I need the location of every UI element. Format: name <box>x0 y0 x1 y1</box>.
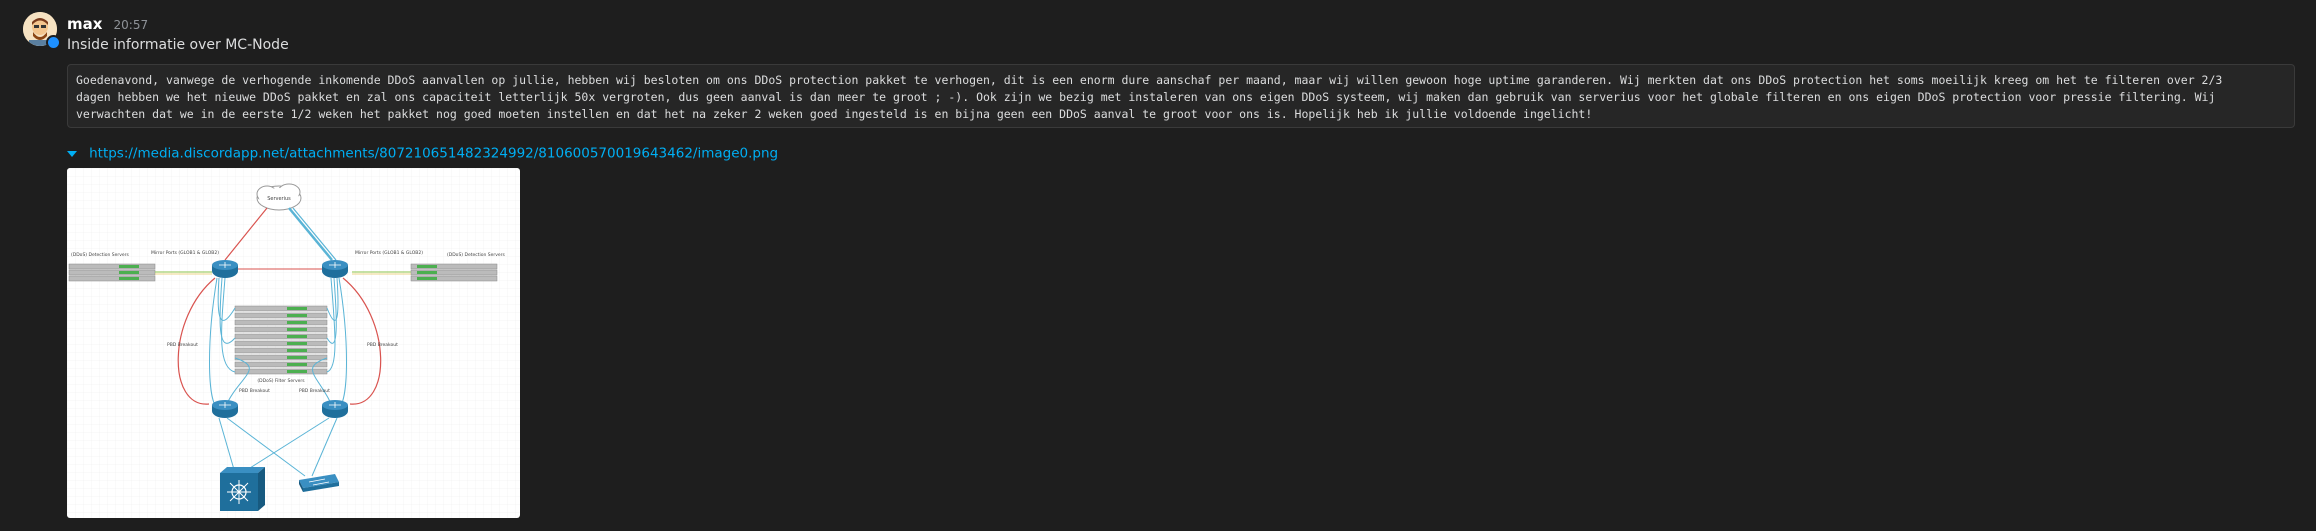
message-title: Inside informatie over MC-Node <box>67 37 289 53</box>
chat-message: max 20:57 Inside informatie over MC-Node… <box>0 0 2316 531</box>
network-diagram: Serverius (DDoS) Detection Servers (DDoS… <box>67 168 520 518</box>
code-block: Goedenavond, vanwege de verhogende inkom… <box>67 64 2295 128</box>
username[interactable]: max <box>67 15 102 33</box>
attachment-link[interactable]: https://media.discordapp.net/attachments… <box>89 146 778 162</box>
switch-icon <box>220 467 265 511</box>
chevron-down-icon[interactable] <box>67 150 77 157</box>
image-attachment[interactable]: Serverius (DDoS) Detection Servers (DDoS… <box>67 168 520 518</box>
attachment-link-row: https://media.discordapp.net/attachments… <box>67 143 778 162</box>
router-icon <box>322 400 348 418</box>
router-icon <box>212 400 238 418</box>
server-rack-right <box>410 263 498 282</box>
server-rack-left <box>68 263 156 282</box>
lower-right-breakout-label: PBD Breakout <box>299 388 330 394</box>
left-router-label: Mirror Ports (GLOB1 & GLOB2) <box>151 250 219 256</box>
code-line: dagen hebben we het nieuwe DDoS pakket e… <box>76 90 2216 104</box>
right-breakout-label: PBD Breakout <box>367 342 398 348</box>
right-server-label: (DDoS) Detection Servers <box>447 252 506 258</box>
router-icon <box>212 260 238 278</box>
lower-left-breakout-label: PBD Breakout <box>239 388 270 394</box>
left-breakout-label: PBD Breakout <box>167 342 198 348</box>
filter-label: (DDoS) Filter Servers <box>257 378 305 384</box>
timestamp: 20:57 <box>113 18 149 32</box>
router-icon <box>322 260 348 278</box>
code-line: Goedenavond, vanwege de verhogende inkom… <box>76 73 2223 87</box>
message-header: max 20:57 <box>67 14 148 34</box>
left-server-label: (DDoS) Detection Servers <box>71 252 130 258</box>
right-router-label: Mirror Ports (GLOB1 & GLOB2) <box>355 250 423 256</box>
cloud-label: Serverius <box>267 196 291 202</box>
code-line: verwachten dat we in de eerste 1/2 weken… <box>76 107 1593 121</box>
verified-badge-icon <box>46 35 61 50</box>
